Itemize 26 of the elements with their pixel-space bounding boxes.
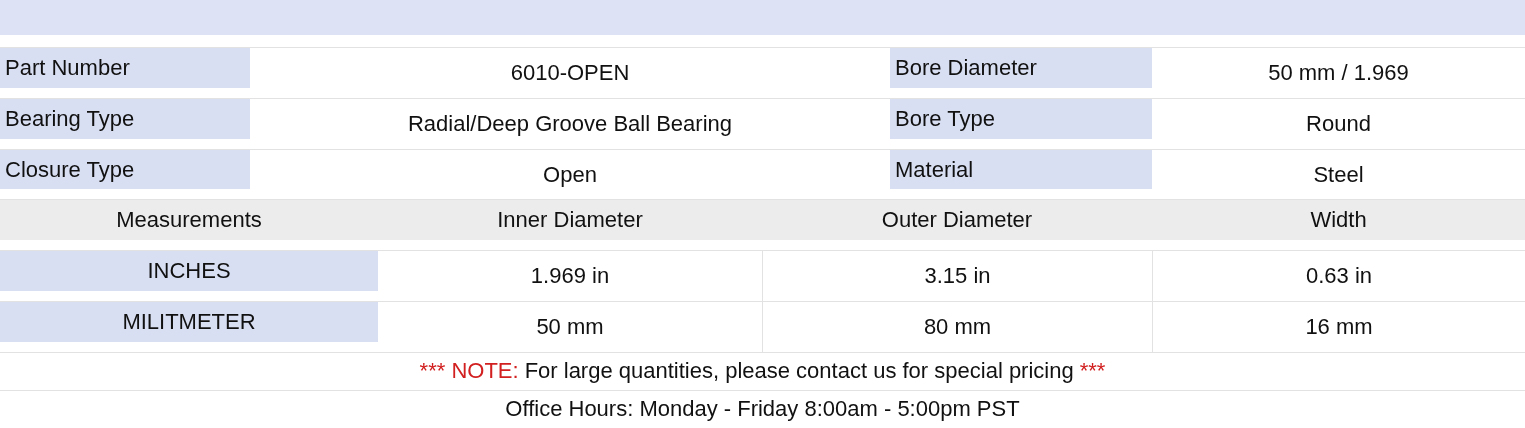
spec-label: Bore Type: [890, 98, 1152, 139]
spec-value: Steel: [1312, 160, 1365, 189]
unit-label: INCHES: [0, 251, 378, 292]
spec-value: 50 mm / 1.969: [1267, 59, 1410, 88]
column-header: Outer Diameter: [762, 200, 1152, 241]
column-header: Inner Diameter: [378, 200, 762, 241]
note-stars: ***: [1079, 358, 1106, 385]
spec-label: Closure Type: [0, 149, 250, 190]
measurement-value: 50 mm: [535, 312, 605, 341]
column-header: Width: [1152, 200, 1525, 241]
spec-value: Round: [1305, 109, 1372, 138]
note-label: *** NOTE:: [419, 358, 519, 385]
office-hours: Office Hours: Monday - Friday 8:00am - 5:00pm PST: [505, 396, 1020, 423]
spec-label: Bearing Type: [0, 98, 250, 139]
measurement-value: 1.969 in: [529, 262, 611, 291]
unit-label: MILITMETER: [0, 302, 378, 342]
measurement-value: 16 mm: [1152, 302, 1525, 352]
spec-value: Radial/Deep Groove Ball Bearing: [406, 109, 734, 138]
measurement-value: 80 mm: [762, 302, 1152, 352]
column-header: Measurements: [0, 200, 378, 241]
spec-value: 6010-OPEN: [509, 59, 631, 88]
spec-label: Material: [890, 149, 1152, 190]
spec-label: Part Number: [0, 48, 250, 88]
spec-label: Bore Diameter: [890, 48, 1152, 88]
spec-value: Open: [542, 160, 598, 189]
note-text: For large quantities, please contact us for special pricing: [524, 358, 1074, 385]
